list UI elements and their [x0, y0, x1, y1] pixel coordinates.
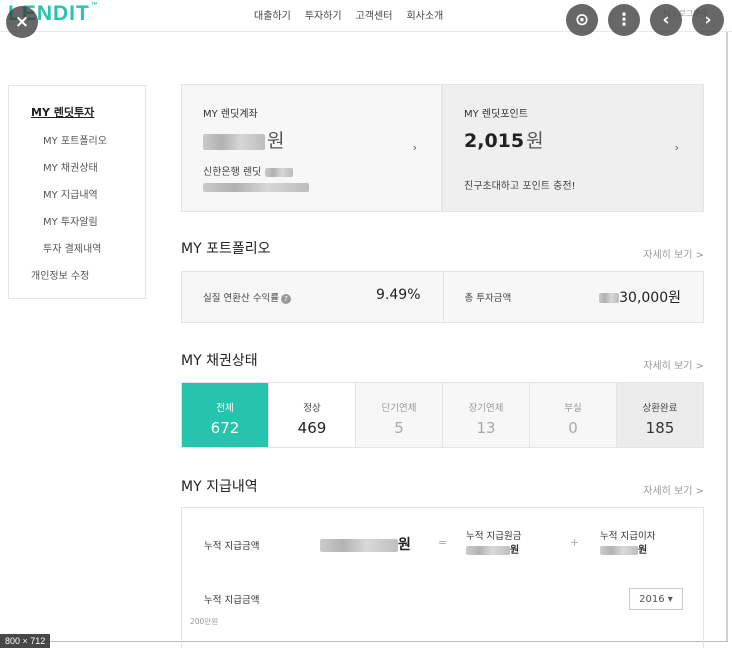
chevron-right-icon: › [412, 141, 417, 154]
nav-invest[interactable]: 투자하기 [305, 7, 342, 22]
bond-tab-label: 부실 [564, 403, 582, 414]
next-image-icon[interactable]: › [692, 4, 724, 36]
bond-tab-long-overdue[interactable]: 장기연체 13 [442, 383, 529, 447]
interest-label: 누적 지급이자 [600, 531, 656, 542]
bond-status-more-link[interactable]: 자세히 보기 > [643, 357, 704, 372]
chevron-right-icon: › [674, 141, 679, 154]
account-card-label: MY 렌딧계좌 [203, 109, 258, 120]
bond-tab-count: 0 [568, 419, 578, 437]
bond-tab-label: 상환완료 [642, 403, 678, 414]
bond-tab-label: 단기연체 [381, 403, 417, 414]
scrollbar[interactable] [726, 32, 728, 642]
account-bank-name: 신한은행 렌딧 [203, 167, 262, 178]
masked-total-payout [320, 538, 398, 552]
nav-loan[interactable]: 대출하기 [254, 7, 291, 22]
more-options-icon[interactable]: ⋮ [608, 4, 640, 36]
payouts-more-link[interactable]: 자세히 보기 > [643, 482, 704, 497]
image-size-badge: 800 × 712 [0, 634, 51, 648]
main-nav: 대출하기 투자하기 고객센터 회사소개 [254, 7, 443, 22]
help-icon[interactable]: ? [280, 293, 291, 304]
sidebar-item-portfolio[interactable]: MY 포트폴리오 [43, 132, 145, 159]
nav-support[interactable]: 고객센터 [356, 7, 393, 22]
return-rate-cell: 실질 연환산 수익률? 9.49% [182, 272, 443, 322]
sidebar-title[interactable]: MY 렌딧투자 [31, 104, 145, 120]
portfolio-summary: 실질 연환산 수익률? 9.49% 총 투자금액 30,000원 [181, 271, 704, 323]
sidebar-item-alerts[interactable]: MY 투자알림 [43, 213, 145, 240]
total-invest-amount: 30,000원 [619, 290, 681, 306]
account-balance: 원 [203, 126, 441, 153]
interest-payout: 누적 지급이자 원 [600, 530, 655, 558]
bond-tab-label: 장기연체 [468, 403, 504, 414]
bond-tab-count: 185 [645, 419, 675, 437]
close-icon[interactable]: × [6, 6, 38, 38]
bond-tab-count: 13 [476, 419, 496, 437]
masked-invest-prefix [599, 293, 620, 303]
principal-unit: 원 [510, 545, 520, 556]
total-invest-value: 30,000원 [599, 287, 681, 307]
bond-tab-count: 469 [297, 419, 327, 437]
year-select[interactable]: 2016 ▾ [629, 588, 683, 610]
interest-unit: 원 [638, 545, 648, 556]
masked-principal [466, 546, 510, 555]
payout-chart-label: 누적 지급금액 [204, 595, 260, 606]
sidebar: MY 렌딧투자 MY 포트폴리오 MY 채권상태 MY 지급내역 MY 투자알림… [8, 85, 146, 299]
return-rate-label-text: 실질 연환산 수익률 [203, 293, 279, 304]
total-payout-value: 원 [320, 534, 411, 554]
total-payout-label: 누적 지급금액 [204, 541, 260, 552]
point-card-label: MY 렌딧포인트 [464, 109, 528, 120]
bond-tab-count: 672 [210, 419, 240, 437]
previous-image-icon[interactable]: ‹ [650, 4, 682, 36]
plus-sign: + [570, 536, 580, 549]
account-summary: MY 렌딧계좌 원 신한은행 렌딧 › MY 렌딧포인트 2,015 원 친구초대… [181, 84, 704, 212]
sidebar-item-payment-history[interactable]: 투자 결제내역 [43, 240, 145, 267]
masked-balance [203, 133, 265, 150]
portfolio-title: MY 포트폴리오 [181, 241, 271, 257]
masked-account-detail [203, 183, 309, 192]
bond-status-title: MY 채권상태 [181, 353, 258, 369]
point-invite-note: 친구초대하고 포인트 충전! [464, 181, 576, 192]
bond-status-tabs: 전체 672 정상 469 단기연체 5 장기연체 13 부실 0 상환완료 1… [181, 382, 704, 448]
sidebar-item-payouts[interactable]: MY 지급내역 [43, 186, 145, 213]
point-balance: 2,015 원 [464, 126, 703, 153]
principal-payout: 누적 지급원금 원 [466, 530, 521, 558]
point-card[interactable]: MY 렌딧포인트 2,015 원 친구초대하고 포인트 충전! › [442, 84, 704, 212]
account-bank-info: 신한은행 렌딧 [203, 163, 309, 192]
payouts-title: MY 지급내역 [181, 479, 258, 495]
logo-trademark: ™ [90, 2, 99, 9]
bond-tab-label: 전체 [216, 403, 234, 414]
total-invest-label: 총 투자금액 [464, 293, 512, 304]
principal-label: 누적 지급원금 [466, 531, 522, 542]
equals-sign: = [438, 536, 448, 549]
bond-tab-normal[interactable]: 정상 469 [268, 383, 355, 447]
masked-account-number [264, 167, 293, 177]
nav-company[interactable]: 회사소개 [406, 7, 443, 22]
return-rate-value: 9.49% [376, 287, 421, 303]
bond-tab-default[interactable]: 부실 0 [529, 383, 616, 447]
total-payout-unit: 원 [398, 537, 411, 553]
point-unit: 원 [526, 130, 544, 152]
bond-tab-count: 5 [394, 419, 404, 437]
sidebar-item-bond-status[interactable]: MY 채권상태 [43, 159, 145, 186]
lens-search-icon[interactable]: ⊙ [566, 4, 598, 36]
masked-interest [600, 546, 638, 555]
payouts-panel: 누적 지급금액 원 = 누적 지급원금 원 + 누적 지급이자 원 누적 지급금… [181, 507, 704, 648]
return-rate-label: 실질 연환산 수익률? [203, 290, 291, 304]
total-invest-cell: 총 투자금액 30,000원 [442, 272, 704, 322]
account-card[interactable]: MY 렌딧계좌 원 신한은행 렌딧 › [181, 84, 442, 212]
bond-tab-short-overdue[interactable]: 단기연체 5 [355, 383, 442, 447]
portfolio-more-link[interactable]: 자세히 보기 > [643, 246, 704, 261]
bond-tab-repaid[interactable]: 상환완료 185 [616, 383, 703, 447]
bond-tab-label: 정상 [303, 403, 321, 414]
chart-axis-top-label: 200만원 [190, 617, 219, 626]
bond-tab-all[interactable]: 전체 672 [182, 383, 268, 447]
point-amount: 2,015 [464, 130, 525, 152]
sidebar-item-profile-edit[interactable]: 개인정보 수정 [31, 267, 145, 294]
account-balance-unit: 원 [267, 130, 285, 152]
